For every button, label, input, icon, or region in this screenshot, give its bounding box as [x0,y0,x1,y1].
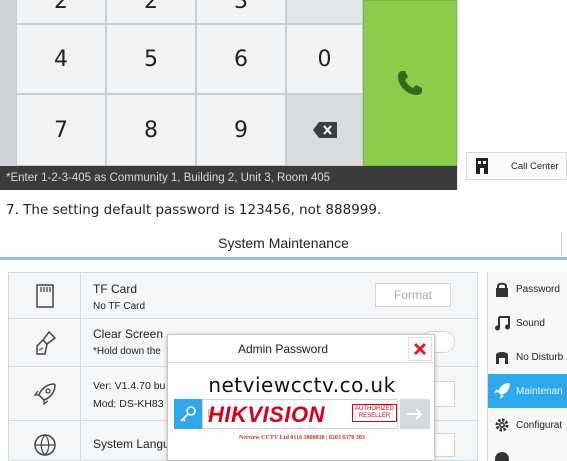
key-blank [286,0,363,24]
badge-line-1: AUTHORIZED [355,406,394,412]
menu-item-sound[interactable]: Sound [488,306,567,340]
close-icon [413,342,427,356]
confirm-button[interactable] [400,399,430,429]
key-0[interactable]: 0 [286,24,363,94]
key-label: 3 [234,0,248,14]
sd-card-icon [35,283,54,308]
backspace-button[interactable] [286,94,363,166]
rocket-icon-cell [9,367,81,420]
authorized-reseller-badge: AUTHORIZED RESELLER [352,404,397,422]
admin-password-dialog: Admin Password netviewcctv.co.uk E HIKVI… [167,334,436,461]
key-label: 6 [234,46,248,72]
call-center-button[interactable]: Call Center [466,152,567,180]
key-label: 8 [144,117,158,143]
menu-item-configuration[interactable]: Configurat [488,408,567,442]
phone-icon [398,71,422,95]
keypad-hint: *Enter 1-2-3-405 as Community 1, Buildin… [0,166,457,190]
tf-card-title: TF Card [93,282,138,296]
menu-label: No Disturb [516,351,564,363]
building-icon [476,158,488,174]
music-note-icon [488,315,516,331]
brush-icon-cell [9,319,81,366]
key-label: 0 [317,46,332,72]
watermark-footer: Netview CCTV Ltd 0116 3800838 | 0203 637… [239,435,365,441]
tf-card-status: No TF Card [93,301,146,312]
clear-screen-title: Clear Screen [93,327,164,341]
sd-card-icon-cell [9,273,81,318]
tf-card-row: TF Card No TF Card Format [9,273,479,319]
key-label: 7 [54,117,68,143]
menu-item-password[interactable]: Password [488,272,567,306]
call-button[interactable] [363,0,457,166]
key-4[interactable]: 4 [16,24,106,94]
key-label: 4 [54,46,68,72]
menu-label: Password [516,283,560,295]
do-not-disturb-icon [488,349,516,365]
menu-item-information[interactable] [488,442,567,461]
key-6[interactable]: 6 [196,24,286,94]
key-7[interactable]: 7 [16,94,106,166]
rocket-icon [33,382,56,405]
key-9[interactable]: 9 [196,94,286,166]
badge-line-2: RESELLER [358,413,391,419]
key-8[interactable]: 8 [106,94,196,166]
arrow-right-icon [407,408,423,420]
menu-item-no-disturb[interactable]: No Disturb [488,340,567,374]
key-label: 2 [144,0,158,14]
dialog-header: Admin Password [168,335,436,363]
menu-label: Configurat [516,419,563,431]
gear-icon [488,417,516,433]
title-divider [561,232,562,256]
menu-label: Sound [516,317,545,329]
close-button[interactable] [408,337,432,361]
system-language-label: System Langu [93,437,170,451]
system-maintenance-title: System Maintenance [0,226,567,260]
backspace-icon [312,122,337,138]
model-text: Mod: DS-KH83 [93,398,164,410]
call-center-label: Call Center [511,160,559,172]
key-3[interactable]: 3 [196,0,286,24]
version-text: Ver: V1.4.70 bu [93,380,166,392]
key-2[interactable]: 2 [16,0,106,24]
clear-screen-hint: *Hold down the [93,346,161,357]
menu-label: Maintenan [516,385,563,397]
rocket-icon [488,382,516,400]
dial-keypad: 2 2 3 4 5 6 0 7 8 9 *Enter 1-2-3-405 as … [0,0,457,190]
brush-icon [35,330,56,355]
key-label: 9 [234,117,248,143]
settings-menu: Password Sound No Disturb Maintenan Conf… [487,272,567,461]
globe-icon-cell [9,421,81,461]
format-button[interactable]: Format [375,283,451,307]
globe-icon [33,434,56,456]
watermark-site: netviewcctv.co.uk [208,373,396,397]
key-label: 5 [144,46,158,72]
key-2b[interactable]: 2 [106,0,196,24]
menu-item-maintenance[interactable]: Maintenan [488,374,567,408]
key-5[interactable]: 5 [106,24,196,94]
lock-icon [488,281,516,297]
info-icon [488,451,516,461]
dialog-title: Admin Password [237,342,329,356]
key-icon [174,399,202,429]
key-label: 2 [54,0,68,14]
hikvision-logo: HIKVISION [208,402,325,427]
instruction-text: 7. The setting default password is 12345… [6,202,382,218]
